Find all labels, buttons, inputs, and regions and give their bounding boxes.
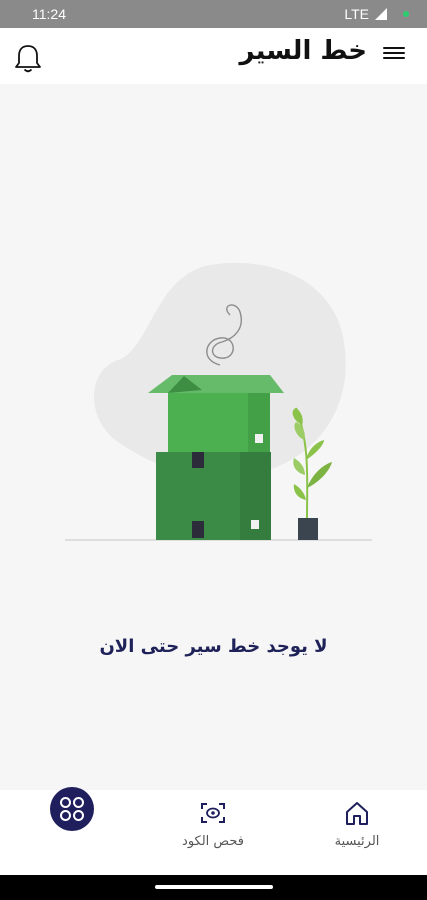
page-title: خط السير: [239, 36, 367, 66]
nav-item-scan-code[interactable]: فحص الكود: [168, 800, 258, 849]
apps-fab-button[interactable]: [50, 787, 94, 831]
network-label: LTE: [344, 6, 369, 22]
nav-item-home[interactable]: الرئيسية: [325, 800, 389, 849]
home-icon: [346, 802, 368, 825]
bottom-navigation: فحص الكود الرئيسية: [0, 787, 427, 875]
empty-state-illustration: [65, 262, 372, 541]
signal-icon: [375, 8, 387, 20]
status-bar: 11:24 LTE: [0, 0, 427, 28]
grid-apps-icon: [60, 797, 84, 821]
nav-home-label: الرئيسية: [334, 834, 380, 849]
notification-dot-icon: [403, 11, 409, 17]
qr-scan-icon: [201, 803, 225, 823]
hamburger-menu-icon[interactable]: [383, 44, 405, 64]
status-right: LTE: [344, 6, 409, 22]
empty-state-message: لا يوجد خط سير حتى الان: [99, 636, 328, 657]
nav-scan-label: فحص الكود: [182, 834, 244, 849]
system-navigation-bar: [0, 875, 427, 900]
app-bar: خط السير: [0, 28, 427, 84]
home-indicator[interactable]: [155, 885, 273, 889]
notification-bell-icon[interactable]: [10, 40, 46, 76]
status-time: 11:24: [32, 6, 66, 22]
